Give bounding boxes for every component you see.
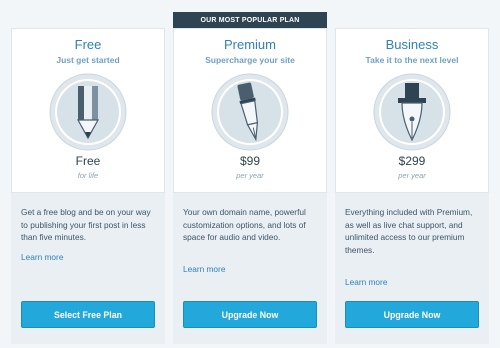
learn-more-link[interactable]: Learn more [21,252,63,262]
plan-tagline: Supercharge your site [205,55,295,65]
fountain-pen-icon [372,72,452,152]
plan-description: Everything included with Premium, as wel… [345,207,473,255]
plan-description: Your own domain name, powerful customiza… [183,207,306,242]
pencil-icon [48,72,128,152]
plan-price: $99 [239,154,261,168]
plan-title: Business [385,37,439,52]
learn-more-link[interactable]: Learn more [345,277,387,287]
plan-term: per year [398,171,426,180]
plan-price: $299 [398,154,426,168]
upgrade-business-button[interactable]: Upgrade Now [345,301,479,328]
plan-term: for life [77,171,99,180]
plan-tagline: Take it to the next level [365,55,459,65]
plan-title: Premium [223,37,276,52]
learn-more-link[interactable]: Learn more [183,264,225,274]
plan-premium: Premium Supercharge your site $99 per ye… [173,28,327,344]
plan-tagline: Just get started [56,55,120,65]
plan-free: Free Just get started Free for life Get … [11,28,165,344]
select-free-plan-button[interactable]: Select Free Plan [21,301,155,328]
plan-term: per year [236,171,264,180]
plan-price: Free [75,154,101,168]
marker-pen-icon [210,72,290,152]
plan-title: Free [74,37,102,52]
plan-description: Get a free blog and be on your way to pu… [21,207,151,242]
upgrade-premium-button[interactable]: Upgrade Now [183,301,317,328]
most-popular-banner: OUR MOST POPULAR PLAN [173,12,327,28]
plan-business: Business Take it to the next level $299 … [335,28,489,344]
